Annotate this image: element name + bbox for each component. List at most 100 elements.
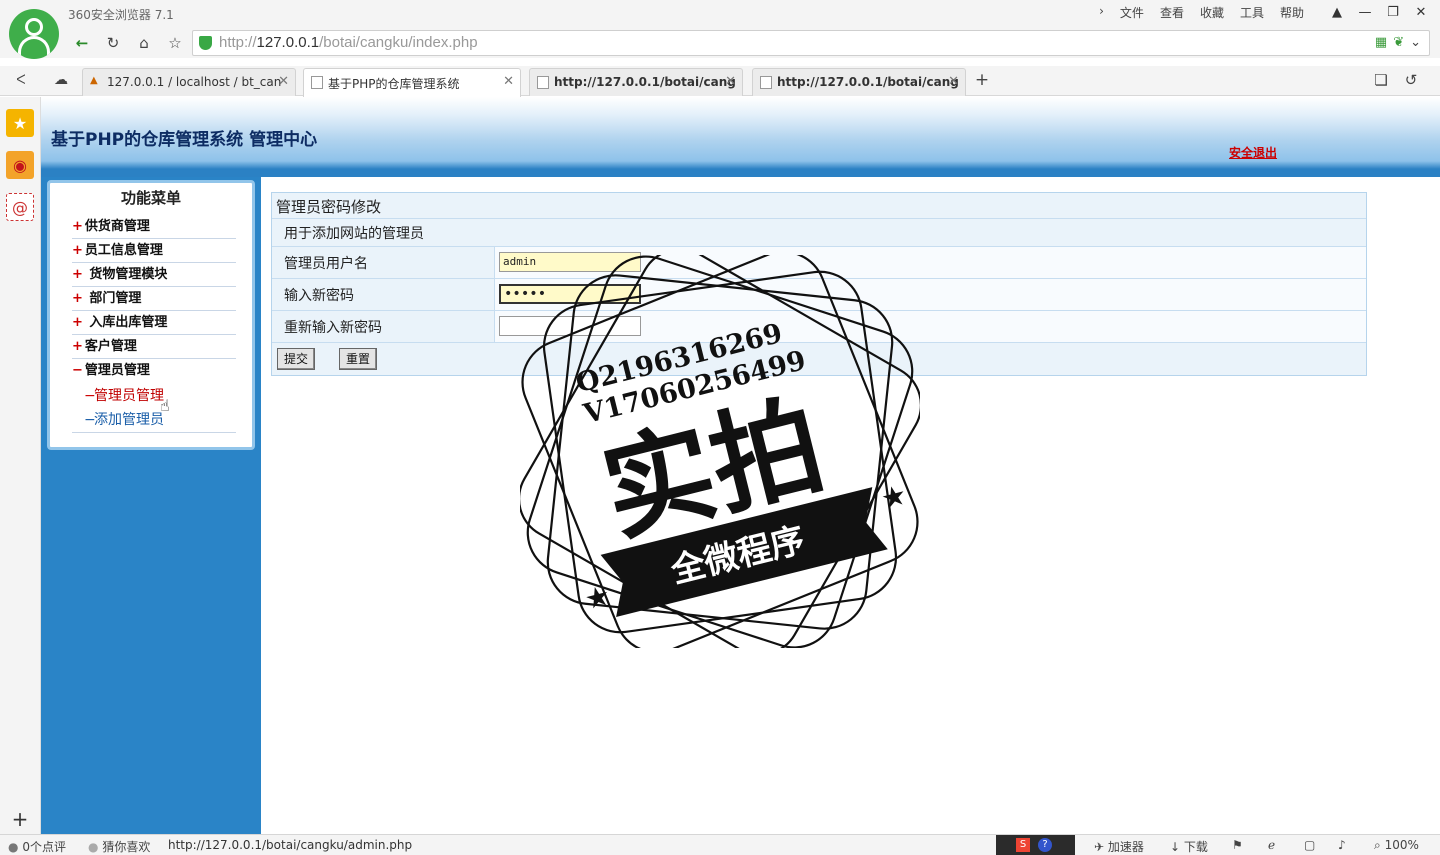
page-icon bbox=[760, 76, 772, 89]
menu-help[interactable]: 帮助 bbox=[1272, 4, 1312, 21]
help-icon[interactable]: ? bbox=[1038, 838, 1052, 852]
menu-expand-icon[interactable]: › bbox=[1091, 4, 1112, 21]
tab-phpmyadmin[interactable]: ▲ 127.0.0.1 / localhost / bt_can ✕ bbox=[82, 68, 296, 96]
username-row: 管理员用户名 admin bbox=[272, 247, 1366, 279]
menu-file[interactable]: 文件 bbox=[1112, 4, 1152, 21]
input-method-toolbar[interactable]: S ? bbox=[996, 835, 1075, 855]
username-label: 管理员用户名 bbox=[284, 256, 368, 272]
ie-icon[interactable]: ℯ bbox=[1268, 838, 1275, 852]
page-viewport: 基于PHP的仓库管理系统 管理中心 安全退出 功能菜单 + 供货商管理 + 员工信息… bbox=[41, 97, 1440, 834]
new-password-input[interactable]: ••••• bbox=[499, 284, 641, 304]
comments-status[interactable]: ● 0个点评 bbox=[8, 838, 66, 855]
page-icon bbox=[311, 76, 323, 89]
refresh-icon[interactable]: ↻ bbox=[102, 33, 124, 53]
chevron-down-icon[interactable]: ⌄ bbox=[1410, 35, 1421, 50]
menu-item-employees[interactable]: + 员工信息管理 bbox=[72, 239, 236, 263]
home-icon[interactable]: ⌂ bbox=[133, 33, 155, 53]
menu-item-stock-in-out[interactable]: + 入库出库管理 bbox=[72, 311, 236, 335]
menu-item-departments[interactable]: + 部门管理 bbox=[72, 287, 236, 311]
logout-link[interactable]: 安全退出 bbox=[1229, 144, 1277, 161]
submenu-admin-manage[interactable]: −管理员管理 bbox=[72, 385, 236, 409]
new-password-cell: ••••• bbox=[494, 279, 1366, 310]
leaf-icon[interactable]: ❦ bbox=[1393, 35, 1404, 50]
submenu-add-admin[interactable]: −添加管理员 bbox=[72, 409, 236, 433]
favorite-star-icon[interactable]: ☆ bbox=[164, 33, 186, 53]
submit-button[interactable]: 提交 bbox=[277, 348, 316, 370]
tab-list-icon[interactable]: ᐸ bbox=[10, 70, 32, 90]
favorites-star-icon[interactable]: ★ bbox=[6, 109, 34, 137]
username-input[interactable]: admin bbox=[499, 252, 641, 272]
accelerator-button[interactable]: ✈ 加速器 bbox=[1094, 838, 1144, 855]
add-sidebar-icon[interactable]: + bbox=[6, 805, 34, 833]
sogou-icon[interactable]: S bbox=[1016, 838, 1030, 852]
close-tab-icon[interactable]: ✕ bbox=[725, 74, 736, 89]
menu-item-goods[interactable]: + 货物管理模块 bbox=[72, 263, 236, 287]
back-arrow-icon[interactable]: ← bbox=[71, 33, 93, 53]
reset-button[interactable]: 重置 bbox=[339, 348, 378, 370]
magnifier-icon: ⌕ bbox=[1374, 838, 1381, 852]
close-tab-icon[interactable]: ✕ bbox=[948, 74, 959, 89]
skin-icon[interactable]: ▲ bbox=[1326, 2, 1348, 22]
comment-icon: ● bbox=[8, 840, 19, 854]
confirm-password-row: 重新输入新密码 bbox=[272, 311, 1366, 343]
mail-icon[interactable]: @ bbox=[6, 193, 34, 221]
left-menu-panel: 功能菜单 + 供货商管理 + 员工信息管理 + 货物管理模块 + 部门管理 + 入库… bbox=[41, 177, 261, 834]
restore-tab-icon[interactable]: ❏ bbox=[1370, 70, 1392, 90]
close-tab-icon[interactable]: ✕ bbox=[278, 74, 289, 89]
menu-item-suppliers[interactable]: + 供货商管理 bbox=[72, 215, 236, 239]
status-bar: ● 0个点评 ● 猜你喜欢 http://127.0.0.1/botai/can… bbox=[0, 834, 1440, 855]
weibo-icon[interactable]: ◉ bbox=[6, 151, 34, 179]
hand-cursor-icon: ☝ bbox=[160, 396, 170, 415]
tab-warehouse-system[interactable]: 基于PHP的仓库管理系统 ✕ bbox=[303, 68, 521, 97]
qr-code-icon[interactable]: ▦ bbox=[1375, 35, 1387, 50]
tab-cangku-1[interactable]: http://127.0.0.1/botai/cang ✕ bbox=[529, 68, 743, 96]
app-title: 360安全浏览器 7.1 bbox=[68, 8, 174, 22]
close-tab-icon[interactable]: ✕ bbox=[503, 74, 514, 89]
flag-icon[interactable]: ⚑ bbox=[1232, 838, 1243, 852]
username-cell: admin bbox=[494, 247, 1366, 278]
menu-view[interactable]: 查看 bbox=[1152, 4, 1192, 21]
menu-title: 功能菜单 bbox=[120, 189, 181, 207]
navigation-bar: ← ↻ ⌂ ☆ http://127.0.0.1/botai/cangku/in… bbox=[0, 28, 1440, 58]
form-title-row: 管理员密码修改 bbox=[272, 193, 1366, 219]
form-subtitle-row: 用于添加网站的管理员 bbox=[272, 219, 1366, 247]
address-bar-icons: ▦ ❦ ⌄ bbox=[1375, 35, 1421, 50]
guess-like-status[interactable]: ● 猜你喜欢 bbox=[88, 838, 150, 855]
confirm-password-cell bbox=[494, 311, 1366, 342]
new-password-row: 输入新密码 ••••• bbox=[272, 279, 1366, 311]
tab-cangku-2[interactable]: http://127.0.0.1/botai/cang ✕ bbox=[752, 68, 966, 96]
page-icon bbox=[537, 76, 549, 89]
tab-label: http://127.0.0.1/botai/cang bbox=[777, 75, 959, 89]
rocket-icon: ✈ bbox=[1094, 840, 1105, 854]
menu-favorites[interactable]: 收藏 bbox=[1192, 4, 1232, 21]
zoom-control[interactable]: ⌕ 100% bbox=[1374, 838, 1419, 853]
window-controls: ▲ — ❐ ✕ bbox=[1326, 2, 1432, 22]
menu-tools[interactable]: 工具 bbox=[1232, 4, 1272, 21]
function-menu: 功能菜单 + 供货商管理 + 员工信息管理 + 货物管理模块 + 部门管理 + 入库… bbox=[47, 180, 255, 450]
password-form: 管理员密码修改 用于添加网站的管理员 管理员用户名 admin 输入新密码 ••… bbox=[271, 192, 1367, 376]
download-icon: ↓ bbox=[1170, 840, 1181, 854]
undo-close-icon[interactable]: ↺ bbox=[1400, 70, 1422, 90]
sound-icon[interactable]: ♪ bbox=[1338, 838, 1346, 852]
title-bar: 360安全浏览器 7.1 › 文件 查看 收藏 工具 帮助 ▲ — ❐ ✕ bbox=[0, 0, 1440, 28]
address-bar[interactable]: http://127.0.0.1/botai/cangku/index.php … bbox=[192, 30, 1430, 56]
security-shield-icon bbox=[199, 36, 212, 50]
minimize-button[interactable]: — bbox=[1354, 2, 1376, 22]
heart-icon: ● bbox=[88, 840, 99, 854]
confirm-password-input[interactable] bbox=[499, 316, 641, 336]
button-row: 提交 重置 bbox=[272, 343, 1366, 375]
url-text[interactable]: http://127.0.0.1/botai/cangku/index.php bbox=[219, 34, 478, 51]
window-icon[interactable]: ▢ bbox=[1304, 838, 1315, 852]
tab-label: http://127.0.0.1/botai/cang bbox=[554, 75, 736, 89]
page-title: 基于PHP的仓库管理系统 管理中心 bbox=[51, 130, 318, 150]
browser-logo-icon[interactable] bbox=[9, 9, 59, 59]
browser-menu-bar: › 文件 查看 收藏 工具 帮助 bbox=[1091, 4, 1312, 21]
download-button[interactable]: ↓ 下载 bbox=[1170, 838, 1208, 855]
menu-item-admins[interactable]: − 管理员管理 bbox=[72, 359, 236, 383]
cloud-icon[interactable]: ☁ bbox=[50, 70, 72, 90]
new-tab-icon[interactable]: + bbox=[971, 70, 993, 90]
close-window-button[interactable]: ✕ bbox=[1410, 2, 1432, 22]
pma-icon: ▲ bbox=[90, 75, 98, 86]
maximize-button[interactable]: ❐ bbox=[1382, 2, 1404, 22]
menu-item-customers[interactable]: + 客户管理 bbox=[72, 335, 236, 359]
